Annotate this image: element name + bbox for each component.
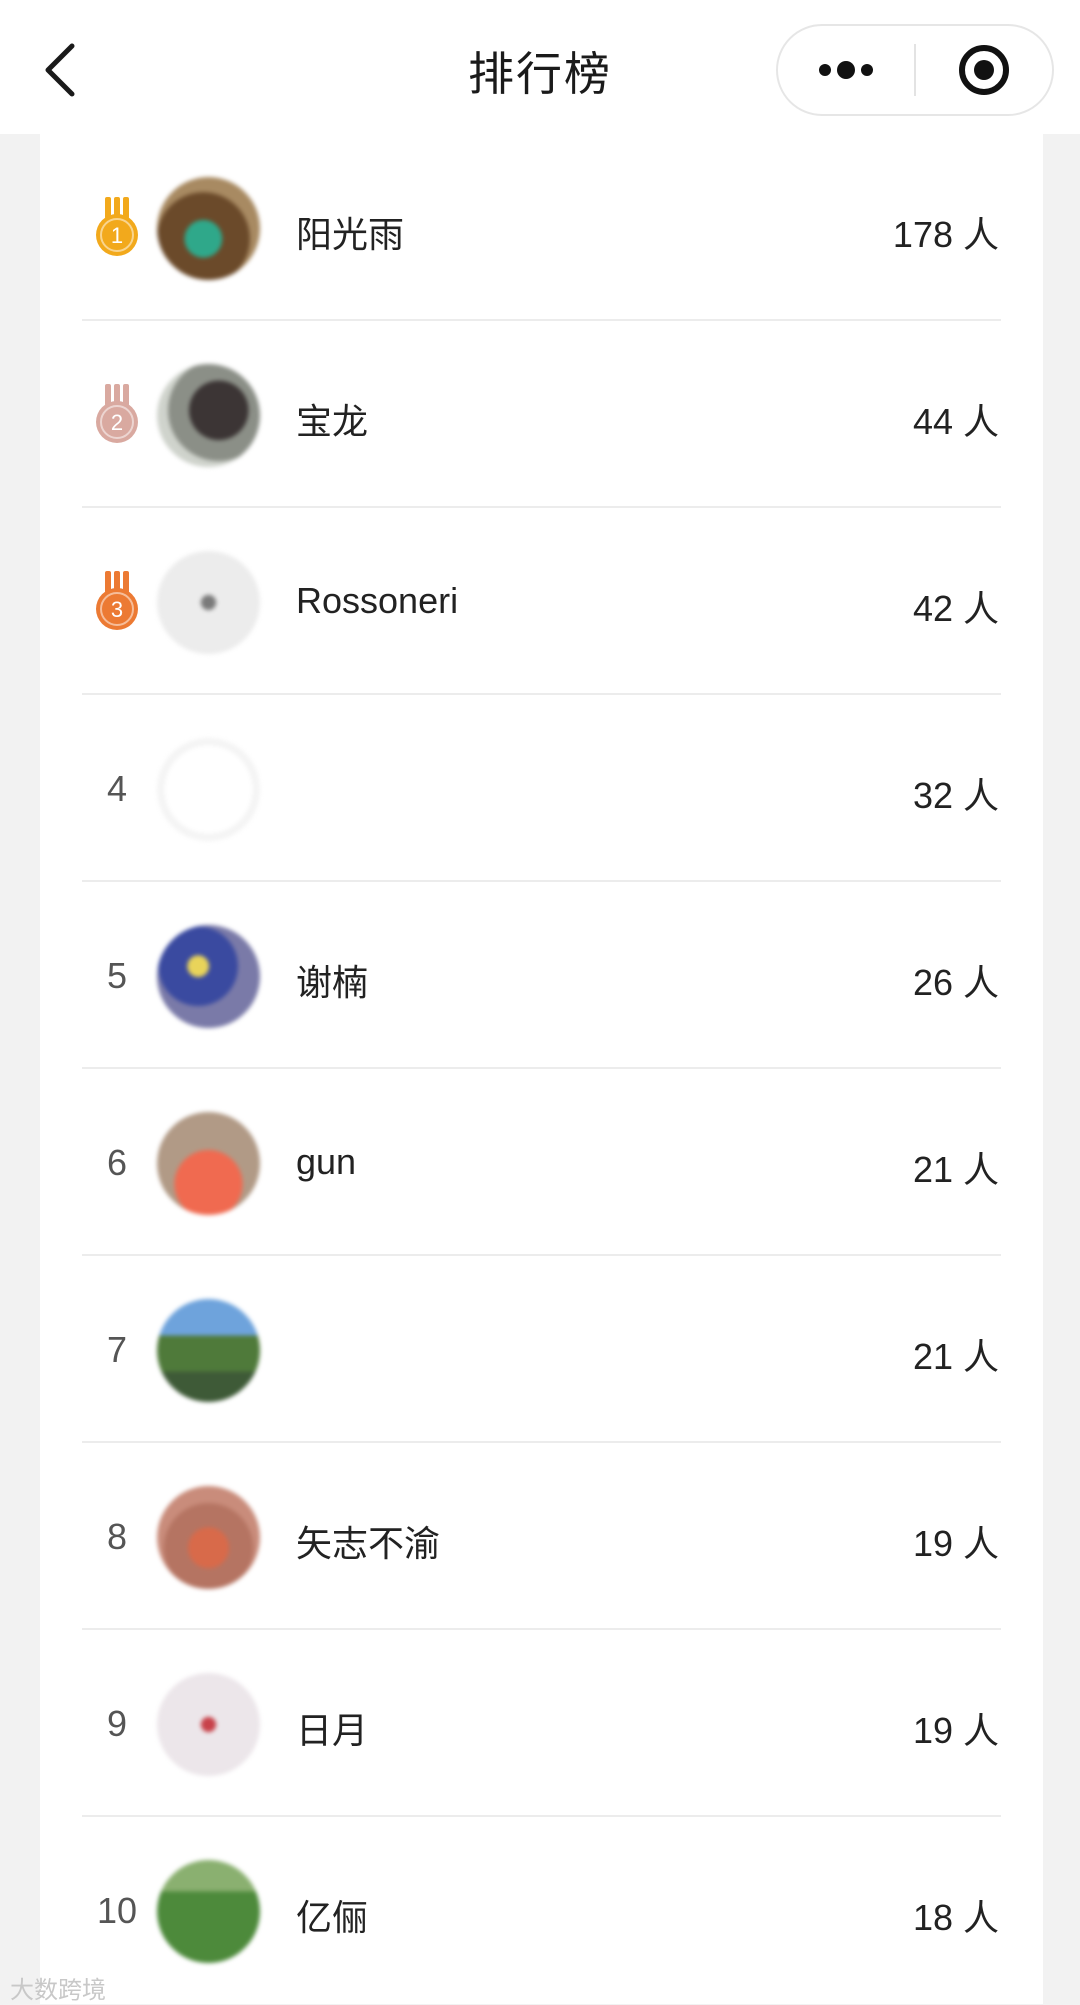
rank-number: 9	[106, 1702, 128, 1744]
invite-count: 26 人	[912, 961, 999, 1003]
user-name: Rossoneri	[296, 579, 459, 621]
invite-count: 19 人	[912, 1522, 999, 1564]
rank-indicator: 8	[82, 1443, 152, 1630]
leaderboard-list: 1 阳光雨 178 人 2 宝龙 44 人 3 Rossoneri 42 人 4 32 人 5 谢楠 26…	[40, 134, 1043, 2004]
avatar	[157, 737, 260, 841]
invite-count: 44 人	[912, 400, 999, 442]
rank-number: 7	[106, 1328, 128, 1370]
user-name: 亿俪	[296, 1896, 369, 1938]
invite-count: 178 人	[892, 213, 999, 255]
user-name: 谢楠	[296, 961, 369, 1003]
leaderboard-row[interactable]: 9 日月 19 人	[40, 1630, 1043, 1817]
avatar	[157, 363, 260, 467]
more-button[interactable]	[778, 26, 914, 114]
rank-number: 5	[106, 954, 128, 996]
rank-indicator: 7	[82, 1256, 152, 1443]
invite-count: 32 人	[912, 774, 999, 816]
rank-indicator: 3	[82, 508, 152, 695]
rank-indicator: 1	[82, 134, 152, 321]
invite-count: 21 人	[912, 1148, 999, 1190]
avatar	[157, 176, 260, 280]
mini-program-capsule	[776, 24, 1054, 116]
rank-number: 10	[96, 1889, 138, 1931]
rank-indicator: 2	[82, 321, 152, 508]
invite-count: 19 人	[912, 1709, 999, 1751]
medal-icon: 3	[96, 570, 138, 630]
leaderboard-row[interactable]: 6 gun 21 人	[40, 1069, 1043, 1256]
avatar	[157, 1298, 260, 1402]
leaderboard-row[interactable]: 10 亿俪 18 人	[40, 1817, 1043, 2004]
leaderboard-row[interactable]: 5 谢楠 26 人	[40, 882, 1043, 1069]
rank-indicator: 5	[82, 882, 152, 1069]
user-name: 矢志不渝	[296, 1522, 441, 1564]
rank-indicator: 6	[82, 1069, 152, 1256]
medal-number: 2	[111, 410, 123, 435]
user-name: 阳光雨	[296, 213, 405, 255]
leaderboard-row[interactable]: 2 宝龙 44 人	[40, 321, 1043, 508]
medal-number: 1	[111, 223, 123, 248]
medal-icon: 1	[96, 196, 138, 256]
medal-number: 3	[111, 597, 123, 622]
leaderboard-row[interactable]: 4 32 人	[40, 695, 1043, 882]
leaderboard-row[interactable]: 7 21 人	[40, 1256, 1043, 1443]
user-name: 宝龙	[296, 400, 369, 442]
leaderboard-row[interactable]: 1 阳光雨 178 人	[40, 134, 1043, 321]
more-dots-icon	[819, 61, 873, 79]
avatar	[157, 1111, 260, 1215]
close-mini-program-button[interactable]	[916, 26, 1052, 114]
avatar	[157, 924, 260, 1028]
rank-number: 6	[106, 1141, 128, 1183]
user-name: 日月	[296, 1709, 369, 1751]
rank-number: 8	[106, 1515, 128, 1557]
leaderboard-row[interactable]: 3 Rossoneri 42 人	[40, 508, 1043, 695]
rank-indicator: 9	[82, 1630, 152, 1817]
leaderboard-row[interactable]: 8 矢志不渝 19 人	[40, 1443, 1043, 1630]
invite-count: 21 人	[912, 1335, 999, 1377]
avatar	[157, 1485, 260, 1589]
navigation-bar: 排行榜	[0, 0, 1080, 134]
target-circle-icon	[958, 45, 1009, 95]
user-name: gun	[296, 1140, 357, 1182]
watermark: 大数跨境	[10, 1977, 106, 2004]
invite-count: 42 人	[912, 587, 999, 629]
medal-icon: 2	[96, 383, 138, 443]
rank-number: 4	[106, 767, 128, 809]
rank-indicator: 4	[82, 695, 152, 882]
invite-count: 18 人	[912, 1896, 999, 1938]
avatar	[157, 1859, 260, 1963]
avatar	[157, 1672, 260, 1776]
avatar	[157, 550, 260, 654]
